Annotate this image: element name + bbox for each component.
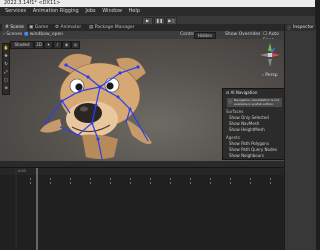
tab-game[interactable]: ▣ Game <box>26 24 51 31</box>
2d-toggle-label: 2D <box>36 42 42 47</box>
tab-package-manager-label: Package Manager <box>94 25 135 30</box>
transform-tool-icon[interactable]: ⊕ <box>3 85 9 90</box>
gizmos-toggle-button[interactable]: ◎ <box>71 41 80 49</box>
menu-bar: Services Animation Rigging Jobs Window H… <box>0 7 315 16</box>
orientation-gizmo[interactable] <box>258 41 282 73</box>
game-icon: ▣ <box>29 25 34 30</box>
show-heightmesh-toggle[interactable]: Show HeightMesh <box>229 127 265 132</box>
navigation-icon: ⊟ <box>226 90 230 95</box>
ai-navigation-title-text: AI Navigation <box>230 90 258 95</box>
scale-tool-icon[interactable]: ⤢ <box>3 69 9 74</box>
hand-tool-icon[interactable]: ✋ <box>3 45 9 50</box>
surfaces-header: Surfaces <box>226 109 244 114</box>
animator-icon: ⚙ <box>55 25 60 30</box>
breadcrumb-scenes[interactable]: ‹ Scenes <box>3 32 22 38</box>
menu-item-jobs[interactable]: Jobs <box>85 7 95 16</box>
checkbox-icon: ☐ <box>263 32 268 37</box>
menu-item-help[interactable]: Help <box>129 7 140 16</box>
rect-tool-icon[interactable]: ▢ <box>3 77 9 82</box>
menu-item-services[interactable]: Services <box>5 7 26 16</box>
shading-mode-dropdown[interactable]: Shaded <box>10 41 34 49</box>
persp-label-text: Persp <box>265 73 278 78</box>
breadcrumb-scenes-label: Scenes <box>6 32 23 37</box>
visibility-dropdown[interactable]: Hidden <box>194 32 216 39</box>
tab-animator-label: Animator <box>60 25 82 30</box>
ai-navigation-panel: ⊟ AI Navigation ⓘ Navigation visualizati… <box>222 88 286 160</box>
timeline-header <box>0 161 284 168</box>
menu-item-animation-rigging[interactable]: Animation Rigging <box>33 7 79 16</box>
rotate-tool-icon[interactable]: ↻ <box>3 61 9 66</box>
speaker-icon: ♪ <box>56 42 59 47</box>
package-icon: ▤ <box>89 25 94 30</box>
info-icon: ⓘ <box>228 99 232 104</box>
show-overrides-button[interactable]: Show Overrides <box>225 32 260 38</box>
lighting-toggle-button[interactable]: ✦ <box>44 41 53 49</box>
tab-package-manager[interactable]: ▤ Package Manager <box>86 24 138 31</box>
visibility-dropdown-value: Hidden <box>197 33 213 38</box>
tool-palette: ✋ ✥ ↻ ⤢ ▢ ⊕ <box>2 43 10 95</box>
tab-animator[interactable]: ⚙ Animator <box>52 24 84 31</box>
breadcrumb-prefab-label: windbow_open <box>29 32 64 37</box>
timeline-grid <box>15 168 271 250</box>
animation-timeline[interactable]: 0:00 <box>0 161 284 250</box>
effects-icon: ◈ <box>64 42 69 47</box>
audio-toggle-button[interactable]: ♪ <box>53 41 62 49</box>
prefab-cube-icon: ■ <box>24 32 29 37</box>
show-path-polygons-toggle[interactable]: Show Path Polygons <box>229 141 269 146</box>
globe-icon: ◎ <box>73 42 78 47</box>
persp-label[interactable]: ‹ Persp <box>262 73 278 78</box>
tab-scene-label: Scene <box>10 25 24 30</box>
shading-mode-value: Shaded <box>14 42 30 47</box>
scene-icon: # <box>5 25 9 30</box>
show-neighbours-toggle[interactable]: Show Neighbours <box>229 153 264 158</box>
show-path-query-nodes-toggle[interactable]: Show Path Query Nodes <box>229 147 277 152</box>
breadcrumb-prefab[interactable]: ■ windbow_open <box>24 32 63 38</box>
navigation-info-box: ⓘ Navigation visualization is not availa… <box>226 97 283 108</box>
show-navmesh-toggle[interactable]: Show NavMesh <box>229 121 259 126</box>
effects-toggle-button[interactable]: ◈ <box>62 41 71 49</box>
info-icon: ⓘ <box>287 25 291 30</box>
tab-game-label: Game <box>34 25 49 30</box>
inspector-panel: ⓘ Inspector <box>284 24 316 250</box>
bulb-icon: ✦ <box>46 42 51 47</box>
inspector-title: Inspector <box>293 25 314 30</box>
ai-navigation-title: ⊟ AI Navigation <box>226 90 257 95</box>
window-title: 2022.3.14f1* <DX11> <box>4 0 61 6</box>
window-titlebar: 2022.3.14f1* <DX11> <box>0 0 315 7</box>
show-only-selected-toggle[interactable]: Show Only Selected <box>229 115 269 120</box>
menu-item-window[interactable]: Window <box>102 7 122 16</box>
2d-toggle-button[interactable]: 2D <box>34 41 44 49</box>
chevron-left-icon: ‹ <box>3 32 5 37</box>
chevron-left-icon: ‹ <box>262 73 264 78</box>
inspector-tab[interactable]: ⓘ Inspector <box>285 24 316 31</box>
agents-header: Agents <box>226 135 240 140</box>
tab-scene[interactable]: # Scene <box>2 24 27 31</box>
move-tool-icon[interactable]: ✥ <box>3 53 9 58</box>
navigation-info-text: Navigation visualization is not availabl… <box>234 98 280 106</box>
